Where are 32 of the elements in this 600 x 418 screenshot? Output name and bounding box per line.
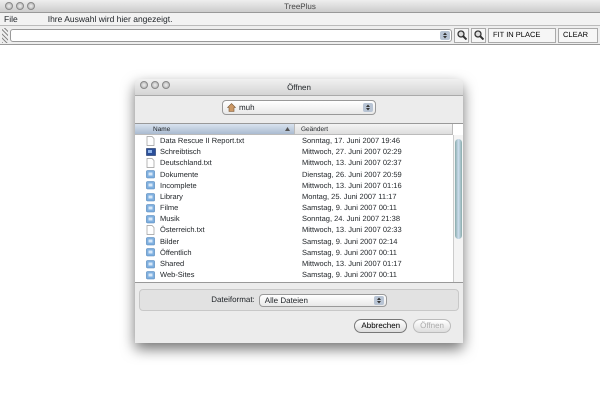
zoom-in-button[interactable] xyxy=(454,28,469,42)
zoom-out-button[interactable] xyxy=(471,28,486,42)
folder-icon xyxy=(146,258,156,269)
toolbar-grip[interactable] xyxy=(2,28,8,42)
document-icon xyxy=(146,158,156,168)
folder-icon xyxy=(146,236,156,246)
folder-icon xyxy=(146,169,156,180)
folder-icon xyxy=(146,192,156,202)
scrollbar[interactable] xyxy=(453,135,463,282)
menu-item[interactable]: File xyxy=(4,12,18,26)
format-popup[interactable]: Alle Dateien xyxy=(258,294,387,306)
sort-arrow-icon xyxy=(285,127,290,131)
magnifier-icon xyxy=(474,30,484,40)
format-label: Dateiformat: xyxy=(211,294,255,306)
scroll-thumb[interactable] xyxy=(455,139,462,239)
folder-icon xyxy=(146,214,156,224)
folder-icon xyxy=(146,247,156,258)
folder-icon xyxy=(146,202,156,213)
cancel-button[interactable]: Abbrechen xyxy=(354,319,408,333)
folder-icon xyxy=(146,270,156,280)
location-popup[interactable]: muh xyxy=(222,100,376,115)
selection-text: Ihre Auswahl wird hier angezeigt. xyxy=(48,12,172,26)
updown-arrow-icon xyxy=(363,103,373,112)
document-icon xyxy=(146,136,156,146)
document-icon xyxy=(146,225,156,236)
window-title: TreePlus xyxy=(284,1,316,13)
updown-arrow-icon xyxy=(374,296,384,304)
magnifier-icon xyxy=(456,30,466,40)
folder-icon xyxy=(146,180,156,190)
dialog-title: Öffnen xyxy=(287,82,311,94)
updown-arrow-icon xyxy=(440,30,450,40)
desktop-folder-icon xyxy=(146,146,156,157)
